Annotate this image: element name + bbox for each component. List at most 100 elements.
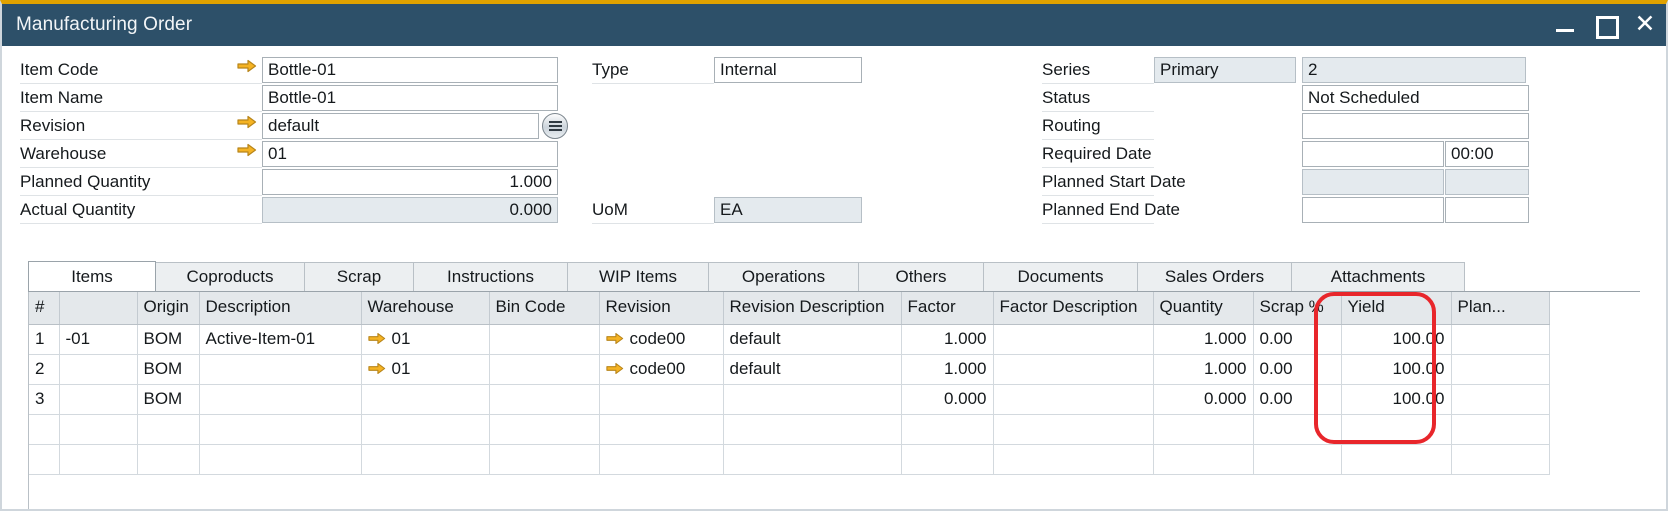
grid-cell-scrap[interactable] xyxy=(1253,444,1341,474)
grid-col-header-bin-code[interactable]: Bin Code xyxy=(489,292,599,324)
grid-cell-bincode[interactable] xyxy=(489,354,599,384)
grid-cell-plan[interactable] xyxy=(1451,384,1549,414)
grid-cell-scrap[interactable] xyxy=(1253,414,1341,444)
grid-cell-warehouse[interactable] xyxy=(361,414,489,444)
field-input-actual-quantity[interactable]: 0.000 xyxy=(262,197,558,223)
grid-cell-warehouse[interactable] xyxy=(361,444,489,474)
grid-cell-desc[interactable] xyxy=(199,384,361,414)
field-input-planned-start-date-time[interactable] xyxy=(1445,169,1529,195)
grid-cell-origin[interactable]: BOM xyxy=(137,354,199,384)
field-input-series[interactable]: Primary xyxy=(1154,57,1296,83)
grid-cell-revision[interactable] xyxy=(599,384,723,414)
tab-operations[interactable]: Operations xyxy=(708,262,859,291)
goto-arrow-icon[interactable] xyxy=(368,360,386,379)
grid-cell-quantity[interactable]: 0.000 xyxy=(1153,384,1253,414)
tab-scrap[interactable]: Scrap xyxy=(304,262,414,291)
grid-col-header-revision-description[interactable]: Revision Description xyxy=(723,292,901,324)
field-input-routing[interactable] xyxy=(1302,113,1529,139)
close-icon[interactable]: ✕ xyxy=(1634,14,1656,36)
field-input-required-date-time[interactable]: 00:00 xyxy=(1445,141,1529,167)
items-grid-container[interactable]: #OriginDescriptionWarehouseBin CodeRevis… xyxy=(28,292,1640,509)
field-input-item-code[interactable]: Bottle-01 xyxy=(262,57,558,83)
grid-cell-revdesc[interactable] xyxy=(723,414,901,444)
grid-col-header-[interactable]: # xyxy=(29,292,59,324)
grid-cell-warehouse[interactable]: 01 xyxy=(361,324,489,354)
grid-col-header-plan[interactable]: Plan... xyxy=(1451,292,1549,324)
grid-cell-code[interactable]: -01 xyxy=(59,324,137,354)
tab-attachments[interactable]: Attachments xyxy=(1291,262,1465,291)
grid-cell-code[interactable] xyxy=(59,354,137,384)
grid-cell-quantity[interactable] xyxy=(1153,444,1253,474)
table-row[interactable]: 3BOM0.0000.0000.00100.00 xyxy=(29,384,1549,414)
table-row[interactable]: 2BOM01code00default1.0001.0000.00100.00 xyxy=(29,354,1549,384)
grid-cell-factordesc[interactable] xyxy=(993,354,1153,384)
grid-cell-plan[interactable] xyxy=(1451,444,1549,474)
grid-cell-scrap[interactable]: 0.00 xyxy=(1253,354,1341,384)
field-input-item-name[interactable]: Bottle-01 xyxy=(262,85,558,111)
grid-cell-revdesc[interactable] xyxy=(723,444,901,474)
grid-cell-revision[interactable] xyxy=(599,444,723,474)
grid-cell-num[interactable] xyxy=(29,414,59,444)
tab-items[interactable]: Items xyxy=(28,261,156,291)
tab-instructions[interactable]: Instructions xyxy=(413,262,568,291)
grid-cell-yield[interactable]: 100.00 xyxy=(1341,384,1451,414)
grid-cell-origin[interactable] xyxy=(137,444,199,474)
grid-cell-scrap[interactable]: 0.00 xyxy=(1253,324,1341,354)
grid-cell-plan[interactable] xyxy=(1451,414,1549,444)
grid-cell-factordesc[interactable] xyxy=(993,324,1153,354)
goto-arrow-icon[interactable] xyxy=(606,360,624,379)
field-input-status[interactable]: Not Scheduled xyxy=(1302,85,1529,111)
grid-cell-quantity[interactable]: 1.000 xyxy=(1153,354,1253,384)
goto-arrow-icon[interactable] xyxy=(237,112,257,138)
grid-cell-bincode[interactable] xyxy=(489,414,599,444)
grid-cell-revision[interactable]: code00 xyxy=(599,324,723,354)
grid-cell-origin[interactable] xyxy=(137,414,199,444)
grid-cell-quantity[interactable]: 1.000 xyxy=(1153,324,1253,354)
grid-cell-origin[interactable]: BOM xyxy=(137,384,199,414)
field-input-revision[interactable]: default xyxy=(262,113,539,139)
field-input-planned-start-date-date[interactable] xyxy=(1302,169,1444,195)
field-input-type[interactable]: Internal xyxy=(714,57,862,83)
grid-cell-desc[interactable]: Active-Item-01 xyxy=(199,324,361,354)
grid-cell-yield[interactable] xyxy=(1341,414,1451,444)
grid-cell-num[interactable] xyxy=(29,444,59,474)
grid-cell-code[interactable] xyxy=(59,414,137,444)
grid-col-header-code[interactable] xyxy=(59,292,137,324)
grid-cell-desc[interactable] xyxy=(199,354,361,384)
grid-cell-factordesc[interactable] xyxy=(993,384,1153,414)
grid-cell-yield[interactable]: 100.00 xyxy=(1341,354,1451,384)
goto-arrow-icon[interactable] xyxy=(606,330,624,349)
grid-col-header-origin[interactable]: Origin xyxy=(137,292,199,324)
grid-cell-revdesc[interactable] xyxy=(723,384,901,414)
grid-col-header-description[interactable]: Description xyxy=(199,292,361,324)
grid-cell-bincode[interactable] xyxy=(489,384,599,414)
table-row[interactable] xyxy=(29,444,1549,474)
tab-others[interactable]: Others xyxy=(858,262,984,291)
field-input-planned-quantity[interactable]: 1.000 xyxy=(262,169,558,195)
grid-cell-num[interactable]: 3 xyxy=(29,384,59,414)
grid-col-header-warehouse[interactable]: Warehouse xyxy=(361,292,489,324)
minimize-icon[interactable] xyxy=(1554,14,1576,36)
tab-wip-items[interactable]: WIP Items xyxy=(567,262,709,291)
grid-col-header-factor-description[interactable]: Factor Description xyxy=(993,292,1153,324)
grid-col-header-factor[interactable]: Factor xyxy=(901,292,993,324)
grid-col-header-revision[interactable]: Revision xyxy=(599,292,723,324)
grid-cell-factor[interactable] xyxy=(901,444,993,474)
grid-cell-warehouse[interactable]: 01 xyxy=(361,354,489,384)
grid-cell-factor[interactable] xyxy=(901,414,993,444)
grid-cell-plan[interactable] xyxy=(1451,324,1549,354)
grid-cell-num[interactable]: 2 xyxy=(29,354,59,384)
grid-cell-num[interactable]: 1 xyxy=(29,324,59,354)
grid-col-header-quantity[interactable]: Quantity xyxy=(1153,292,1253,324)
grid-cell-yield[interactable] xyxy=(1341,444,1451,474)
tab-coproducts[interactable]: Coproducts xyxy=(155,262,305,291)
goto-arrow-icon[interactable] xyxy=(368,330,386,349)
grid-cell-plan[interactable] xyxy=(1451,354,1549,384)
grid-cell-bincode[interactable] xyxy=(489,324,599,354)
maximize-icon[interactable] xyxy=(1594,14,1616,36)
grid-cell-factor[interactable]: 0.000 xyxy=(901,384,993,414)
goto-arrow-icon[interactable] xyxy=(237,140,257,166)
grid-cell-factordesc[interactable] xyxy=(993,414,1153,444)
grid-cell-code[interactable] xyxy=(59,444,137,474)
grid-cell-yield[interactable]: 100.00 xyxy=(1341,324,1451,354)
